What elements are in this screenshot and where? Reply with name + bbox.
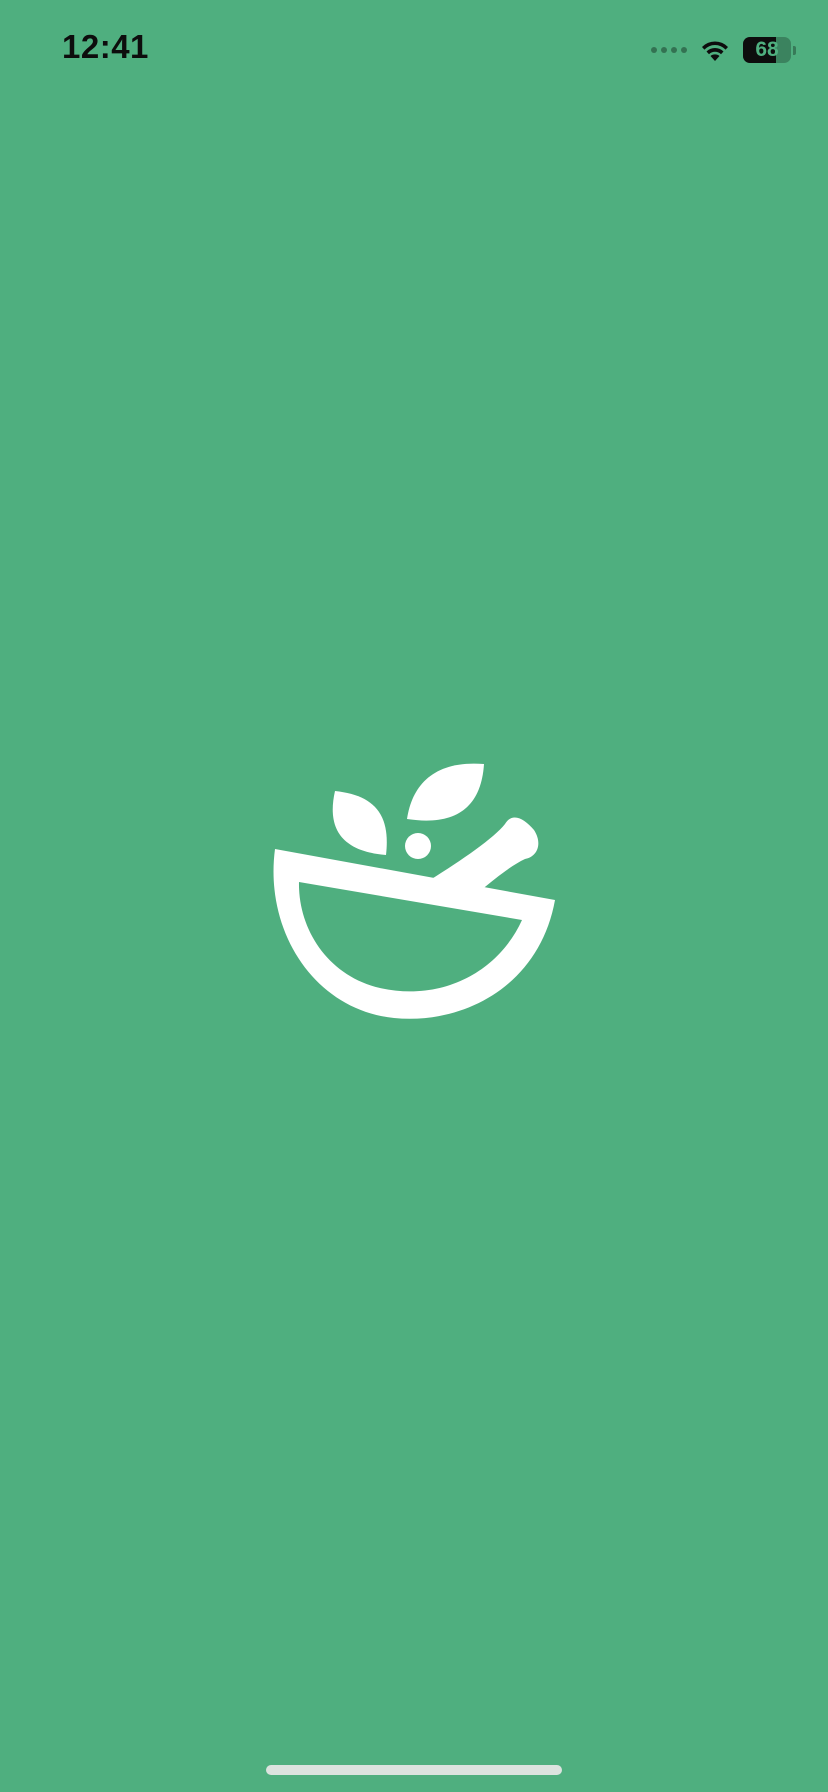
left-leaf-icon (332, 791, 387, 855)
status-bar: 12:41 68 (0, 0, 828, 100)
battery-icon: 68 (743, 37, 796, 63)
right-leaf-icon (407, 763, 484, 821)
battery-percent: 68 (755, 38, 779, 61)
splash-screen: 12:41 68 (0, 0, 828, 1792)
seed-icon (405, 833, 431, 859)
signal-dots-icon (651, 47, 687, 53)
status-time: 12:41 (62, 28, 149, 65)
wifi-icon (699, 37, 731, 63)
battery-cap (793, 45, 796, 55)
status-indicators: 68 (651, 32, 796, 68)
bowl-icon (273, 849, 555, 1019)
mortar-pestle-herb-icon (262, 752, 566, 1022)
battery-body: 68 (743, 37, 791, 63)
home-indicator[interactable] (266, 1765, 562, 1775)
